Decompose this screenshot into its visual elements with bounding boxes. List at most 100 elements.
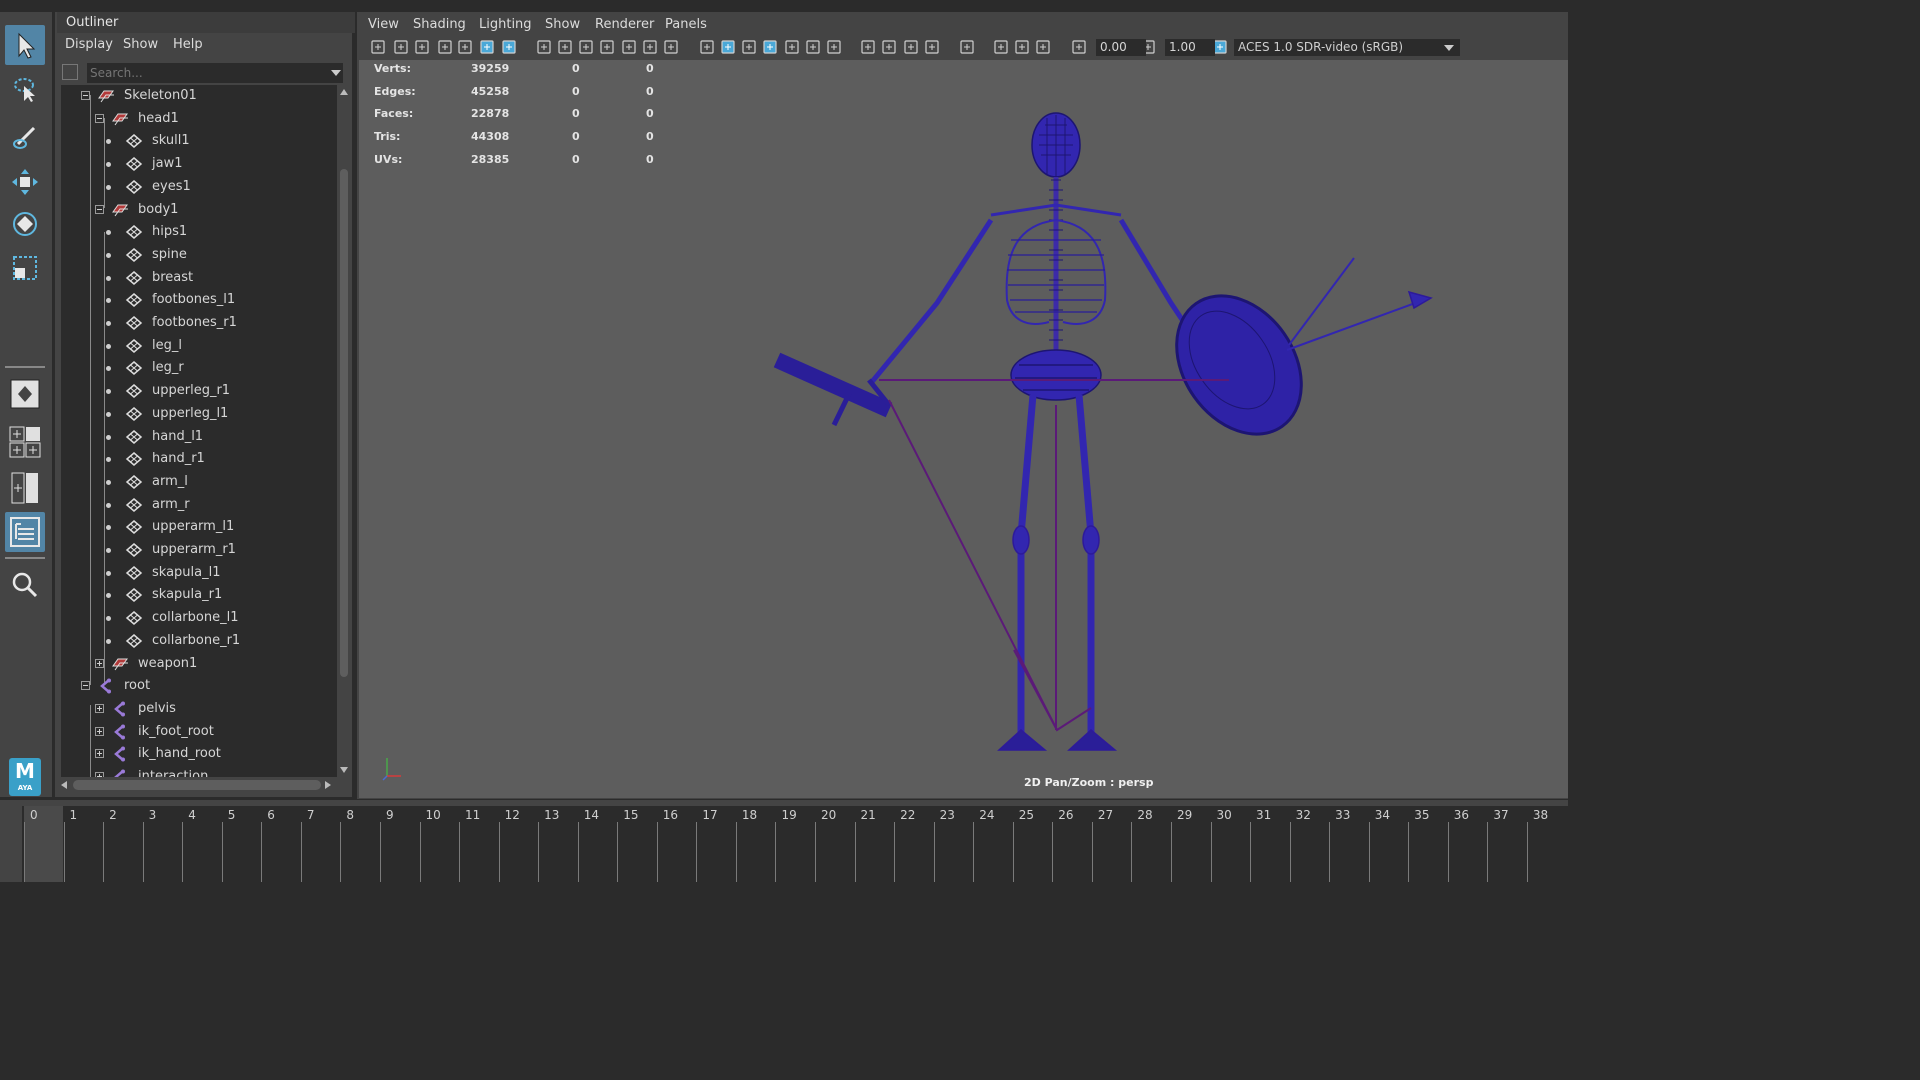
tree-item-ik-foot-root[interactable]: ik_foot_root [61, 721, 337, 743]
expand-plus-icon[interactable] [95, 703, 104, 713]
shadows-icon[interactable] [826, 39, 842, 55]
2d-pan-zoom-icon[interactable] [479, 39, 495, 55]
horizontal-scroll-thumb[interactable] [73, 780, 321, 790]
menu-panels[interactable]: Panels [665, 17, 707, 32]
tree-item-footbones-r1[interactable]: footbones_r1 [61, 312, 337, 334]
menu-show[interactable]: Show [545, 17, 580, 32]
depth-of-field-icon[interactable] [924, 39, 940, 55]
paint-select-tool-button[interactable] [5, 117, 45, 157]
expand-plus-icon[interactable] [95, 726, 104, 736]
rotate-tool-button[interactable] [5, 204, 45, 244]
tree-item-breast[interactable]: breast [61, 267, 337, 289]
tree-item-upperleg-r1[interactable]: upperleg_r1 [61, 380, 337, 402]
outliner-layout-button[interactable] [5, 512, 45, 552]
image-plane-icon[interactable] [457, 39, 473, 55]
collapse-minus-icon[interactable] [95, 113, 104, 123]
outliner-tab[interactable]: Outliner [57, 12, 355, 33]
xray-joints-icon[interactable] [993, 39, 1009, 55]
wireframe-on-shaded-icon[interactable] [741, 39, 757, 55]
tree-item-upperleg-l1[interactable]: upperleg_l1 [61, 403, 337, 425]
collapse-minus-icon[interactable] [81, 681, 90, 691]
tree-item-weapon1[interactable]: weapon1 [61, 653, 337, 675]
tree-item-interaction[interactable]: interaction [61, 766, 337, 777]
tree-item-collarbone-r1[interactable]: collarbone_r1 [61, 630, 337, 652]
lasso-tool-button[interactable] [5, 69, 45, 109]
collapse-minus-icon[interactable] [95, 204, 104, 214]
color-space-dropdown[interactable]: ACES 1.0 SDR-video (sRGB) [1234, 39, 1460, 56]
bookmark-icon[interactable] [437, 39, 453, 55]
safe-action-icon[interactable] [642, 39, 658, 55]
outliner-vertical-scrollbar[interactable] [338, 85, 350, 777]
safe-title-icon[interactable] [663, 39, 679, 55]
tree-item-spine[interactable]: spine [61, 244, 337, 266]
select-tool-button[interactable] [5, 25, 45, 65]
two-view-layout-button[interactable] [5, 468, 45, 508]
xray-active-icon[interactable] [1014, 39, 1030, 55]
textures-icon[interactable] [784, 39, 800, 55]
scroll-up-arrow-icon[interactable] [340, 89, 348, 95]
exposure-field[interactable]: 0.00 [1096, 39, 1146, 56]
tree-item-pelvis[interactable]: pelvis [61, 698, 337, 720]
resolution-gate-icon[interactable] [578, 39, 594, 55]
tree-item-collarbone-l1[interactable]: collarbone_l1 [61, 607, 337, 629]
search-input[interactable] [87, 63, 343, 83]
single-view-layout-button[interactable] [5, 374, 45, 414]
tree-item-upperarm-r1[interactable]: upperarm_r1 [61, 539, 337, 561]
field-chart-icon[interactable] [621, 39, 637, 55]
tree-item-footbones-l1[interactable]: footbones_l1 [61, 289, 337, 311]
smooth-shade-icon[interactable] [720, 39, 736, 55]
vertical-scroll-thumb[interactable] [340, 169, 348, 677]
tree-item-skapula-l1[interactable]: skapula_l1 [61, 562, 337, 584]
time-slider[interactable]: 0 1 2 3 4 5 6 7 8 9 10 11 12 13 14 15 16 17 18 19 20 21 22 23 24… [0, 800, 1568, 882]
xray-icon[interactable] [762, 39, 778, 55]
tree-item-root[interactable]: root [61, 675, 337, 697]
tree-item-body1[interactable]: body1 [61, 199, 337, 221]
isolate-select-icon[interactable] [959, 39, 975, 55]
tree-item-leg-r[interactable]: leg_r [61, 357, 337, 379]
bookmark-camera-icon[interactable] [414, 39, 430, 55]
menu-renderer[interactable]: Renderer [595, 17, 654, 32]
film-gate-icon[interactable] [557, 39, 573, 55]
search-options-dropdown-icon[interactable] [331, 70, 341, 76]
tree-item-arm-r[interactable]: arm_r [61, 494, 337, 516]
wireframe-cube-icon[interactable] [699, 39, 715, 55]
tree-item-upperarm-l1[interactable]: upperarm_l1 [61, 516, 337, 538]
tree-item-skull1[interactable]: skull1 [61, 130, 337, 152]
move-tool-button[interactable] [5, 162, 45, 202]
lights-icon[interactable] [805, 39, 821, 55]
expand-plus-icon[interactable] [95, 749, 104, 759]
3d-viewport[interactable]: Verts: 39259 0 0 Edges: 45258 0 0 Faces: 22878 0 0 T… [359, 60, 1568, 798]
collapse-minus-icon[interactable] [81, 91, 90, 100]
tree-item-eyes1[interactable]: eyes1 [61, 176, 337, 198]
grid-icon[interactable] [536, 39, 552, 55]
menu-display[interactable]: Display [65, 37, 113, 52]
scroll-right-arrow-icon[interactable] [325, 781, 331, 789]
screen-space-ao-icon[interactable] [860, 39, 876, 55]
scroll-left-arrow-icon[interactable] [61, 781, 67, 789]
expand-plus-icon[interactable] [95, 658, 104, 668]
gate-mask-icon[interactable] [599, 39, 615, 55]
tree-item-skapula-r1[interactable]: skapula_r1 [61, 584, 337, 606]
outliner-horizontal-scrollbar[interactable] [61, 778, 337, 792]
search-tool-button[interactable] [5, 565, 45, 605]
tree-item-hand-r1[interactable]: hand_r1 [61, 448, 337, 470]
expand-plus-icon[interactable] [95, 772, 104, 777]
backface-icon[interactable] [1035, 39, 1051, 55]
menu-shading[interactable]: Shading [413, 17, 466, 32]
tree-item-arm-l[interactable]: arm_l [61, 471, 337, 493]
scale-tool-button[interactable] [5, 248, 45, 288]
camera-attributes-icon[interactable] [393, 39, 409, 55]
tree-item-head1[interactable]: head1 [61, 108, 337, 130]
tree-item-leg-l[interactable]: leg_l [61, 335, 337, 357]
antialiasing-icon[interactable] [903, 39, 919, 55]
gamma-field[interactable]: 1.00 [1165, 39, 1215, 56]
tree-item-hips1[interactable]: hips1 [61, 221, 337, 243]
filter-icon[interactable] [62, 64, 78, 80]
tree-item-jaw1[interactable]: jaw1 [61, 153, 337, 175]
scroll-down-arrow-icon[interactable] [340, 767, 348, 773]
tree-item-ik-hand-root[interactable]: ik_hand_root [61, 743, 337, 765]
exposure-icon[interactable] [1071, 39, 1087, 55]
motion-blur-icon[interactable] [881, 39, 897, 55]
menu-help[interactable]: Help [173, 37, 203, 52]
camera-icon[interactable] [370, 39, 386, 55]
